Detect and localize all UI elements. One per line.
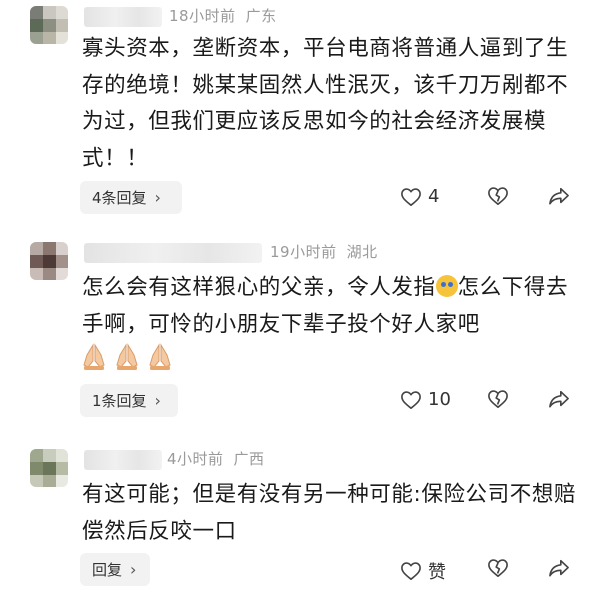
- like-button[interactable]: 赞: [400, 558, 446, 584]
- share-button[interactable]: [548, 186, 570, 206]
- share-arrow-icon: [548, 186, 570, 206]
- share-button[interactable]: [548, 558, 570, 578]
- heart-icon: [400, 187, 422, 207]
- username-blurred[interactable]: [84, 243, 262, 263]
- comment-location: 广东: [245, 7, 277, 25]
- comment-text-body: 有这可能；但是有没有另一种可能:保险公司不想赔偿然后反咬一口: [82, 482, 577, 544]
- comment-text: 寡头资本，垄断资本，平台电商将普通人逼到了生存的绝境！姚某某固然人性泯灭，该千刀…: [82, 31, 582, 177]
- like-count: 赞: [428, 562, 446, 583]
- comment-meta: 19小时前 湖北: [270, 241, 378, 262]
- comment-item: 19小时前 湖北 怎么会有这样狠心的父亲，令人发指 怎么下得去手啊，可怜的小朋友下辈…: [0, 236, 600, 426]
- chevron-right-icon: ›: [154, 391, 161, 410]
- broken-heart-icon: [487, 186, 509, 206]
- broken-heart-icon: [487, 558, 509, 578]
- view-replies-button[interactable]: 1条回复 ›: [80, 384, 178, 417]
- comment-meta: 18小时前 广东: [169, 5, 277, 26]
- praying-hands-emoji: [148, 343, 172, 371]
- like-button[interactable]: 10: [400, 389, 451, 410]
- like-count: 10: [428, 389, 451, 410]
- like-count: 4: [428, 186, 440, 207]
- comment-text: 有这可能；但是有没有另一种可能:保险公司不想赔偿然后反咬一口: [82, 477, 582, 550]
- comment-text-body: 怎么会有这样狠心的父亲，令人发指: [82, 275, 436, 300]
- avatar[interactable]: [30, 242, 68, 280]
- comment-meta: 4小时前 广西: [167, 448, 265, 469]
- heart-icon: [400, 390, 422, 410]
- reply-label: 4条回复: [92, 189, 147, 207]
- comment-item: 18小时前 广东 寡头资本，垄断资本，平台电商将普通人逼到了生存的绝境！姚某某固然…: [0, 0, 600, 222]
- crying-face-emoji: [435, 275, 458, 297]
- comment-location: 广西: [233, 450, 265, 468]
- like-button[interactable]: 4: [400, 186, 439, 207]
- avatar[interactable]: [30, 6, 68, 44]
- comment-text: 怎么会有这样狠心的父亲，令人发指 怎么下得去手啊，可怜的小朋友下辈子投个好人家吧: [82, 270, 582, 343]
- comment-location: 湖北: [346, 243, 378, 261]
- comment-item: 4小时前 广西 有这可能；但是有没有另一种可能:保险公司不想赔偿然后反咬一口 回复…: [0, 443, 600, 607]
- share-arrow-icon: [548, 558, 570, 578]
- reply-label: 回复: [92, 561, 123, 579]
- comment-time: 19小时前: [270, 243, 337, 261]
- share-button[interactable]: [548, 389, 570, 409]
- reply-button[interactable]: 回复 ›: [80, 553, 150, 586]
- reply-label: 1条回复: [92, 392, 147, 410]
- comment-time: 4小时前: [167, 450, 224, 468]
- comment-text-body: 寡头资本，垄断资本，平台电商将普通人逼到了生存的绝境！姚某某固然人性泯灭，该千刀…: [82, 36, 569, 171]
- dislike-button[interactable]: [487, 558, 509, 578]
- chevron-right-icon: ›: [130, 560, 137, 579]
- dislike-button[interactable]: [487, 389, 509, 409]
- comment-time: 18小时前: [169, 7, 236, 25]
- broken-heart-icon: [487, 389, 509, 409]
- dislike-button[interactable]: [487, 186, 509, 206]
- view-replies-button[interactable]: 4条回复 ›: [80, 181, 182, 214]
- username-blurred[interactable]: [84, 7, 162, 27]
- username-blurred[interactable]: [84, 450, 162, 470]
- chevron-right-icon: ›: [154, 188, 161, 207]
- heart-icon: [400, 561, 422, 581]
- emoji-row: [82, 343, 172, 371]
- share-arrow-icon: [548, 389, 570, 409]
- avatar[interactable]: [30, 449, 68, 487]
- praying-hands-emoji: [82, 343, 106, 371]
- praying-hands-emoji: [115, 343, 139, 371]
